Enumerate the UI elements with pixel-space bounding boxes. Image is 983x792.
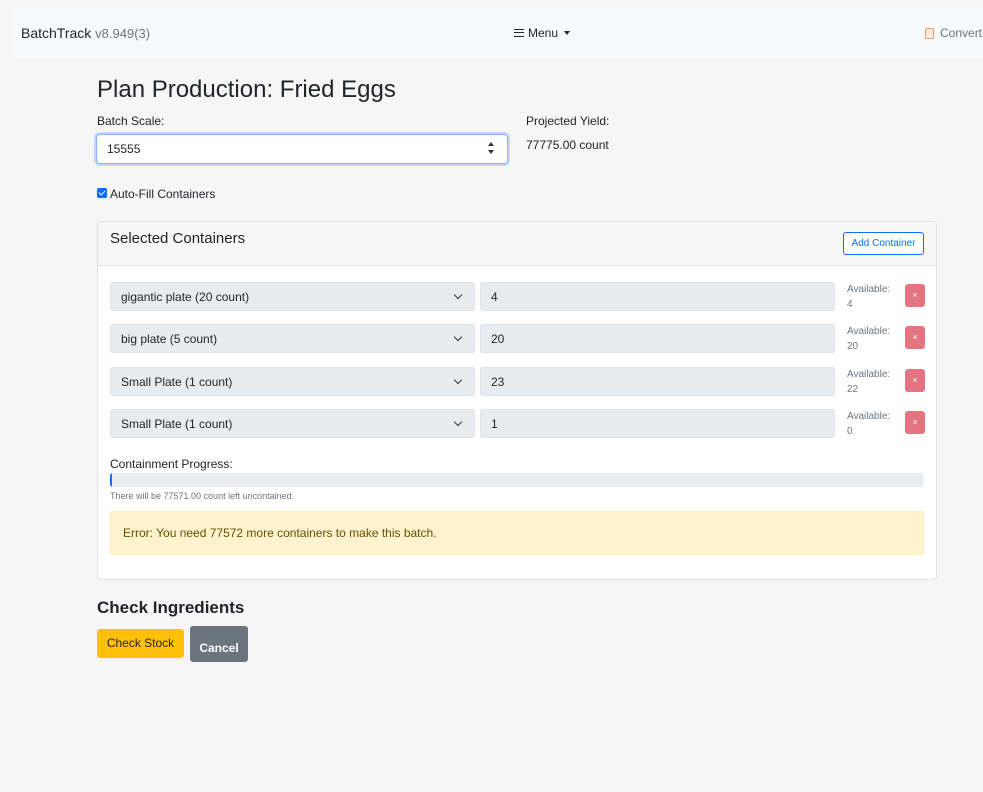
- batch-scale-label: Batch Scale:: [97, 114, 165, 128]
- chevron-down-icon: [453, 332, 463, 342]
- remove-row-button[interactable]: ×: [905, 284, 925, 307]
- container-row: big plate (5 count) 20 Available: 20 ×: [110, 324, 925, 354]
- container-row: gigantic plate (20 count) 4 Available: 4 …: [110, 282, 925, 312]
- available-info: Available: 22: [847, 367, 890, 397]
- progress-fill: [110, 473, 113, 487]
- menu-label[interactable]: Menu: [528, 26, 558, 40]
- selected-containers-card: Selected Containers Add Container gigant…: [97, 221, 937, 580]
- container-select[interactable]: big plate (5 count): [110, 324, 475, 353]
- projected-yield-label: Projected Yield:: [526, 114, 610, 128]
- container-select-value: Small Plate (1 count): [121, 417, 233, 431]
- quantity-input[interactable]: 4: [480, 282, 835, 311]
- container-select-value: gigantic plate (20 count): [121, 290, 250, 304]
- batch-scale-input[interactable]: [96, 134, 508, 164]
- card-header: Selected Containers Add Container: [98, 222, 936, 266]
- available-count: 4: [847, 299, 853, 310]
- containment-progress-bar: [110, 473, 924, 487]
- available-info: Available: 0: [847, 409, 890, 439]
- number-spinner-icon[interactable]: [487, 140, 497, 158]
- available-count: 20: [847, 341, 859, 352]
- available-label: Available:: [847, 411, 891, 422]
- remove-row-button[interactable]: ×: [905, 369, 925, 392]
- available-label: Available:: [847, 284, 891, 295]
- brand[interactable]: BatchTrack v8.949(3): [21, 25, 150, 41]
- container-select-value: big plate (5 count): [121, 332, 218, 346]
- available-info: Available: 4: [847, 282, 890, 312]
- card-title: Selected Containers: [110, 230, 246, 247]
- convert-link[interactable]: Convert: [925, 26, 982, 40]
- container-select[interactable]: Small Plate (1 count): [110, 367, 475, 396]
- hamburger-icon: [514, 29, 524, 37]
- container-select[interactable]: Small Plate (1 count): [110, 409, 475, 438]
- error-alert: Error: You need 77572 more containers to…: [110, 511, 924, 555]
- container-select[interactable]: gigantic plate (20 count): [110, 282, 475, 311]
- calculator-icon: [925, 27, 934, 39]
- version-label: v8.949(3): [95, 26, 151, 41]
- projected-yield-value: 77775.00 count: [526, 138, 609, 152]
- available-count: 22: [847, 384, 859, 395]
- available-label: Available:: [847, 369, 891, 380]
- quantity-input[interactable]: 1: [480, 409, 835, 438]
- autofill-label[interactable]: Auto-Fill Containers: [110, 187, 215, 201]
- remove-row-button[interactable]: ×: [905, 411, 925, 434]
- uncontained-text: There will be 77571.00 count left uncont…: [110, 491, 295, 501]
- add-container-button[interactable]: Add Container: [843, 232, 924, 255]
- chevron-down-icon: [453, 375, 463, 385]
- container-row: Small Plate (1 count) 23 Available: 22 ×: [110, 367, 925, 397]
- quantity-input[interactable]: 20: [480, 324, 835, 353]
- available-info: Available: 20: [847, 324, 890, 354]
- available-count: 0: [847, 426, 853, 437]
- container-select-value: Small Plate (1 count): [121, 375, 233, 389]
- quantity-input[interactable]: 23: [480, 367, 835, 396]
- autofill-checkbox[interactable]: [97, 188, 107, 198]
- menu-dropdown[interactable]: Menu: [514, 26, 571, 40]
- remove-row-button[interactable]: ×: [905, 326, 925, 349]
- chevron-down-icon: [453, 290, 463, 300]
- container-row: Small Plate (1 count) 1 Available: 0 ×: [110, 409, 925, 439]
- caret-down-icon: [564, 31, 571, 35]
- cancel-button[interactable]: Cancel: [190, 626, 248, 662]
- chevron-down-icon: [453, 417, 463, 427]
- check-ingredients-heading: Check Ingredients: [97, 598, 245, 617]
- available-label: Available:: [847, 326, 891, 337]
- page-title: Plan Production: Fried Eggs: [97, 76, 396, 103]
- containment-progress-label: Containment Progress:: [110, 457, 233, 471]
- convert-label[interactable]: Convert: [940, 26, 982, 40]
- check-stock-button[interactable]: Check Stock: [97, 629, 184, 658]
- brand-name[interactable]: BatchTrack: [21, 25, 91, 41]
- navbar: BatchTrack v8.949(3) Menu Convert: [12, 8, 983, 58]
